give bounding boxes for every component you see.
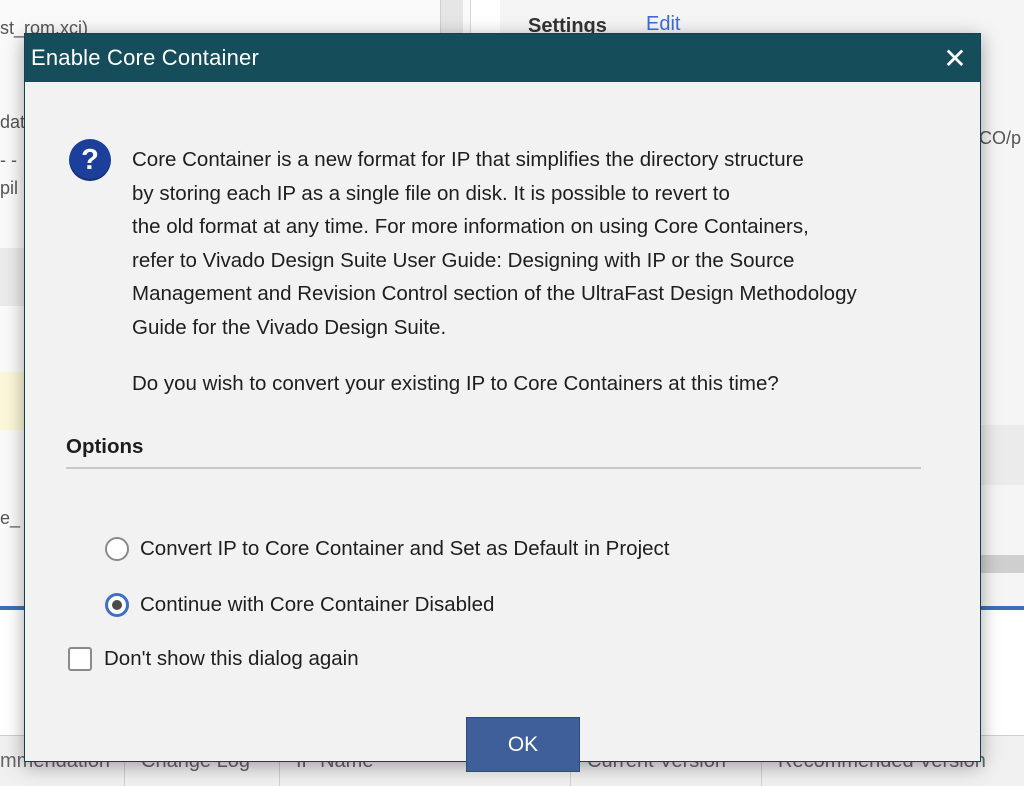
radio-continue-label: Continue with Core Container Disabled [140, 593, 495, 616]
message-line: Management and Revision Control section … [132, 282, 857, 305]
bg-text-fragment: pil [0, 178, 19, 198]
message-line: Guide for the Vivado Design Suite. [132, 315, 447, 339]
bg-text-fragment: - - [0, 150, 17, 170]
radio-convert-ip[interactable]: Convert IP to Core Container and Set as … [105, 537, 670, 561]
bg-path-fragment: CO/p [979, 128, 1022, 148]
message-line: the old format at any time. For more inf… [132, 215, 809, 238]
message-line: refer to Vivado Design Suite User Guide:… [132, 248, 795, 272]
ok-button[interactable]: OK [466, 717, 580, 772]
radio-continue-disabled[interactable]: Continue with Core Container Disabled [105, 593, 494, 617]
bg-gray-band-right [979, 425, 1024, 485]
question-icon: ? [69, 139, 111, 181]
message-line: Core Container is a new format for IP th… [132, 148, 804, 171]
dialog-message: Core Container is a new format for IP th… [132, 143, 952, 344]
dont-show-again-label: Don't show this dialog again [104, 647, 359, 670]
dont-show-again-checkbox-row[interactable]: Don't show this dialog again [68, 647, 359, 671]
bg-text-fragment: dat [0, 112, 26, 132]
message-line: by storing each IP as a single file on d… [132, 181, 730, 205]
dialog-question: Do you wish to convert your existing IP … [132, 372, 779, 395]
bg-gray-band [0, 248, 24, 306]
bg-text-fragment: e_ [0, 508, 21, 528]
enable-core-container-dialog: Enable Core Container ✕ ? Core Container… [24, 33, 981, 772]
radio-button[interactable] [105, 537, 129, 561]
dialog-titlebar[interactable]: Enable Core Container ✕ [25, 34, 980, 82]
radio-convert-label: Convert IP to Core Container and Set as … [140, 537, 670, 560]
bg-scrollbar-right[interactable] [979, 555, 1024, 573]
radio-button-selected[interactable] [105, 593, 129, 617]
close-icon[interactable]: ✕ [930, 34, 980, 82]
options-heading: Options [66, 435, 144, 458]
bg-highlight-row [0, 372, 24, 430]
options-divider [66, 467, 921, 469]
dialog-title: Enable Core Container [31, 45, 260, 70]
dont-show-again-checkbox[interactable] [68, 647, 92, 671]
